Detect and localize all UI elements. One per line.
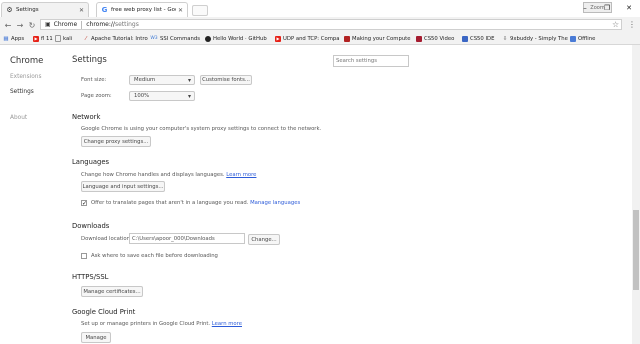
bookmark-star-icon[interactable]: ☆ — [612, 20, 619, 29]
feather-icon: ⁄ — [85, 35, 87, 42]
divider — [81, 20, 83, 29]
languages-heading: Languages — [72, 158, 110, 166]
bookmark-item[interactable]: Making your Compute — [344, 34, 411, 43]
bookmark-item[interactable]: ▶ UDP and TCP: Compa — [275, 34, 339, 43]
bookmark-item[interactable]: kali — [55, 34, 72, 43]
sidebar-item-about[interactable]: About — [10, 115, 27, 121]
url-scheme: chrome:// — [86, 21, 115, 28]
cloud-print-heading: Google Cloud Print — [72, 308, 136, 316]
sidebar-item-extensions[interactable]: Extensions — [10, 74, 41, 80]
learn-more-link[interactable]: Learn more — [212, 321, 242, 327]
maximize-button[interactable]: ❐ — [600, 3, 614, 13]
cloud-print-description: Set up or manage printers in Google Clou… — [81, 321, 242, 327]
apps-grid-icon: ▦ — [3, 35, 9, 42]
customise-fonts-button[interactable]: Customise fonts... — [200, 75, 252, 85]
change-proxy-settings-button[interactable]: Change proxy settings... — [81, 136, 151, 147]
minimize-button[interactable]: – — [578, 3, 592, 13]
https-ssl-heading: HTTPS/SSL — [72, 273, 109, 281]
page-icon — [55, 35, 61, 42]
youtube-icon: ▶ — [275, 35, 281, 42]
google-icon: G — [101, 6, 108, 14]
dropdown-arrow-icon: ▾ — [187, 77, 191, 84]
ask-where-checkbox[interactable] — [81, 253, 87, 259]
tab-label: free web proxy list - Goo — [111, 7, 176, 13]
w3schools-icon: W3 — [150, 35, 158, 41]
bookmark-item[interactable]: CS50 Video — [416, 34, 454, 43]
bookmark-icon — [344, 35, 350, 42]
github-icon — [205, 35, 211, 42]
tab-settings[interactable]: ⚙ Settings ✕ — [1, 2, 89, 17]
youtube-icon: ▶ — [33, 35, 39, 42]
page-zoom-select[interactable]: 100% ▾ — [129, 91, 195, 101]
download-icon: ⇩ — [502, 35, 508, 42]
language-input-settings-button[interactable]: Language and input settings... — [81, 181, 165, 192]
chrome-page-icon: ▣ — [45, 21, 51, 28]
offer-translate-checkbox[interactable]: ✓ — [81, 200, 87, 207]
network-heading: Network — [72, 113, 101, 121]
bookmark-item[interactable]: ▶ fl 11 — [33, 34, 53, 43]
bookmark-item[interactable]: Offline — [570, 34, 595, 43]
close-tab-icon[interactable]: ✕ — [178, 7, 183, 14]
tab-label: Settings — [16, 7, 39, 13]
scrollbar[interactable] — [632, 45, 640, 344]
bookmark-apps[interactable]: ▦ Apps — [3, 34, 24, 43]
offer-translate-label: Offer to translate pages that aren't in … — [91, 200, 301, 206]
learn-more-link[interactable]: Learn more — [226, 172, 256, 178]
ask-where-label: Ask where to save each file before downl… — [91, 253, 218, 259]
gear-icon: ⚙ — [6, 6, 13, 14]
harvard-icon — [416, 35, 422, 42]
scrollbar-thumb[interactable] — [633, 210, 639, 290]
download-location-label: Download location: — [81, 236, 132, 242]
site-label: Chrome — [53, 21, 78, 28]
address-bar[interactable]: ▣ Chrome chrome:// settings — [40, 19, 622, 30]
close-tab-icon[interactable]: ✕ — [79, 7, 84, 14]
url-path: settings — [114, 21, 139, 28]
cs50-icon — [462, 35, 468, 42]
font-size-label: Font size: — [81, 77, 107, 83]
sidebar-title: Chrome — [10, 56, 44, 66]
bookmark-item[interactable]: Hello World · GitHub — [205, 34, 267, 43]
forward-button[interactable]: → — [14, 19, 26, 31]
change-download-location-button[interactable]: Change... — [248, 234, 280, 245]
page-title: Settings — [72, 55, 107, 65]
bookmark-item[interactable]: CS50 IDE — [462, 34, 494, 43]
close-window-button[interactable]: ✕ — [622, 3, 636, 13]
sidebar-item-settings[interactable]: Settings — [10, 89, 34, 95]
bookmark-item[interactable]: ⇩ 9xbuddy - Simply The — [502, 34, 568, 43]
back-button[interactable]: ← — [2, 19, 14, 31]
manage-certificates-button[interactable]: Manage certificates... — [81, 286, 143, 297]
tab-proxy-search[interactable]: G free web proxy list - Goo ✕ — [96, 2, 188, 17]
downloads-heading: Downloads — [72, 222, 110, 230]
bookmark-item[interactable]: W3 SSI Commands — [150, 34, 200, 43]
network-description: Google Chrome is using your computer's s… — [81, 126, 322, 132]
font-size-select[interactable]: Medium ▾ — [129, 75, 195, 85]
search-input[interactable] — [333, 55, 409, 67]
page-zoom-label: Page zoom: — [81, 93, 112, 99]
folder-icon — [570, 35, 576, 42]
new-tab-button[interactable] — [192, 5, 208, 16]
manage-languages-link[interactable]: Manage languages — [250, 200, 300, 206]
menu-icon[interactable]: ⋮ — [628, 20, 636, 29]
manage-cloud-print-button[interactable]: Manage — [81, 332, 111, 343]
reload-button[interactable]: ↻ — [26, 19, 38, 31]
bookmark-item[interactable]: ⁄ Apache Tutorial: Intro — [83, 34, 148, 43]
download-location-field[interactable]: C:\Users\apoor_000\Downloads — [129, 233, 245, 244]
dropdown-arrow-icon: ▾ — [187, 93, 191, 100]
languages-description: Change how Chrome handles and displays l… — [81, 172, 257, 178]
